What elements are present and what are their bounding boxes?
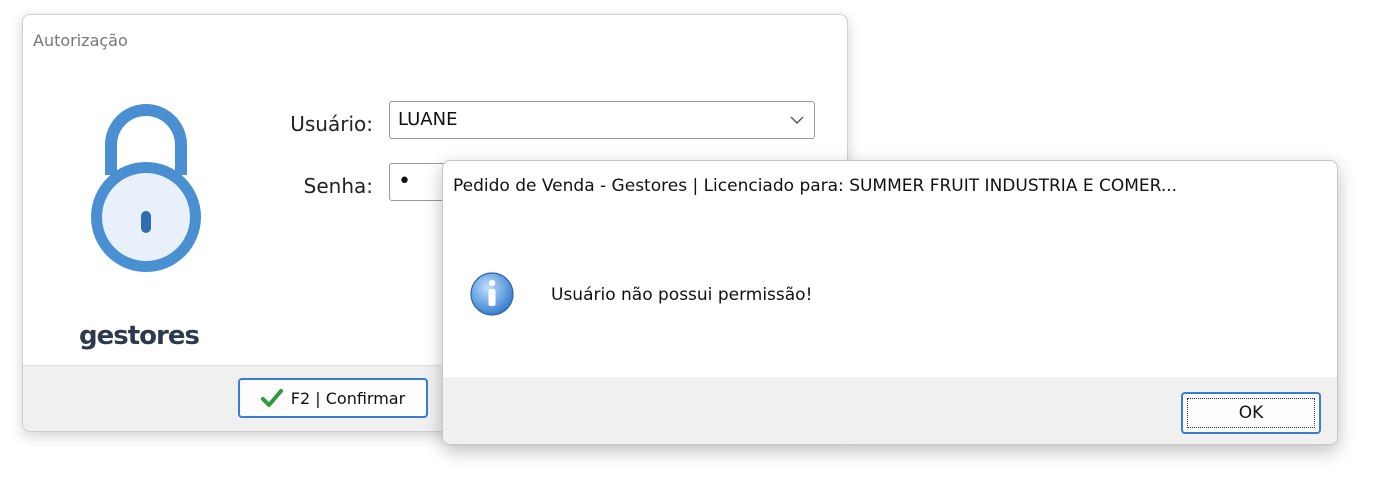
auth-title: Autorização [33,31,128,50]
confirm-button[interactable]: F2 | Confirmar [238,378,428,418]
auth-titlebar[interactable]: Autorização [23,15,847,65]
user-value: LUANE [398,109,458,130]
dialog-message: Usuário não possui permissão! [551,285,813,305]
ok-button[interactable]: OK [1181,392,1321,434]
user-select[interactable]: LUANE [389,101,815,139]
lock-icon [91,104,201,272]
chevron-down-icon[interactable] [790,114,804,126]
dialog-title: Pedido de Venda - Gestores | Licenciado … [453,176,1178,196]
ok-button-label: OK [1238,403,1264,423]
check-icon [260,389,283,407]
user-label: Usuário: [290,112,373,136]
dialog-body: Usuário não possui permissão! [443,217,1337,377]
confirm-button-label: F2 | Confirmar [290,388,406,408]
brand-logo: gestores [79,321,200,351]
message-dialog: Pedido de Venda - Gestores | Licenciado … [442,160,1338,445]
dialog-footer: OK [443,377,1337,444]
info-icon [470,272,514,316]
password-label: Senha: [303,174,373,198]
password-mask: • [398,169,411,194]
